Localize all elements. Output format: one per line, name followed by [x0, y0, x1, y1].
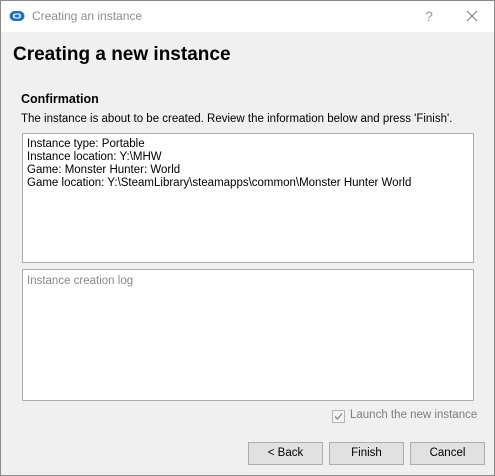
close-icon [466, 10, 478, 22]
page-description: The instance is about to be created. Rev… [21, 113, 453, 125]
cancel-button[interactable]: Cancel [410, 442, 485, 465]
summary-line-game: Game: Monster Hunter: World [27, 164, 181, 176]
close-button[interactable] [461, 5, 483, 27]
checkmark-icon [334, 413, 343, 420]
instance-creation-log[interactable]: Instance creation log [22, 269, 474, 401]
finish-button[interactable]: Finish [329, 442, 404, 465]
back-button[interactable]: < Back [248, 442, 323, 465]
log-placeholder: Instance creation log [27, 275, 134, 287]
window-title: Creating an instance [32, 9, 143, 23]
title-bar: Creating an instance ? [1, 1, 494, 32]
launch-instance-checkbox[interactable] [332, 410, 345, 423]
launch-instance-label: Launch the new instance [350, 409, 478, 421]
summary-line-instance-location: Instance location: Y:\MHW [27, 151, 162, 163]
wizard-content: Creating a new instance Confirmation The… [1, 32, 494, 475]
section-title: Confirmation [21, 92, 99, 106]
help-button[interactable]: ? [418, 5, 440, 27]
page-heading: Creating a new instance [13, 44, 231, 65]
summary-line-game-location: Game location: Y:\SteamLibrary\steamapps… [27, 177, 412, 189]
instance-wizard-window: Creating an instance ? Creating a new in… [0, 0, 495, 476]
instance-summary[interactable]: Instance type: Portable Instance locatio… [22, 133, 474, 263]
summary-line-instance-type: Instance type: Portable [27, 138, 145, 150]
mod-organizer-icon [9, 10, 25, 22]
